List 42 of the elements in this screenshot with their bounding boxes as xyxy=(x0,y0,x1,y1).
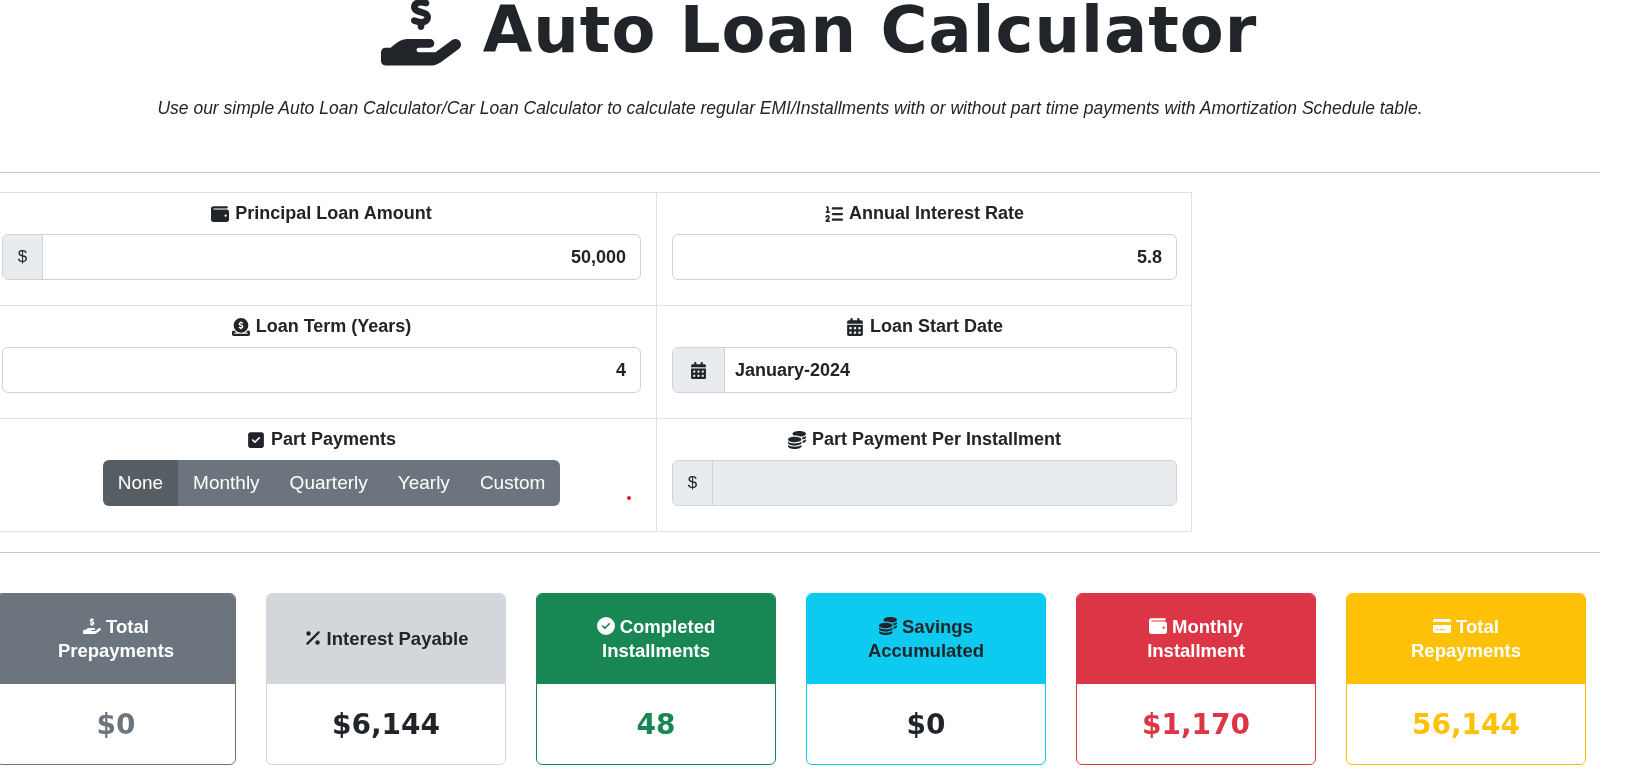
card-value: 56,144 xyxy=(1410,706,1522,743)
card-title: Savings Accumulated xyxy=(866,614,986,663)
card-title: Total Repayments xyxy=(1410,614,1522,663)
credit-card-icon xyxy=(1433,616,1452,635)
field-label: Part Payments xyxy=(270,429,397,450)
card-value: $0 xyxy=(905,706,947,743)
card-value: $0 xyxy=(95,706,137,743)
card-value: $6,144 xyxy=(330,706,442,743)
option-button[interactable]: Monthly xyxy=(178,460,275,506)
list-icon xyxy=(824,204,843,223)
card-value: 48 xyxy=(635,706,677,743)
hand-dollar-icon xyxy=(83,616,102,635)
option-button[interactable]: Yearly xyxy=(382,460,465,506)
number-field[interactable]: 5.8 xyxy=(672,234,1177,280)
percent-icon xyxy=(303,628,322,647)
page-title: Auto Loan Calculator xyxy=(482,0,1258,69)
field-label: Loan Start Date xyxy=(870,316,1003,337)
coins-icon xyxy=(879,616,897,635)
checkbox-icon xyxy=(246,430,265,449)
field-label: Annual Interest Rate xyxy=(848,203,1024,224)
coins-icon xyxy=(787,430,806,449)
field-label: Principal Loan Amount xyxy=(235,203,432,224)
option-button[interactable]: None xyxy=(102,460,179,506)
field-label: Part Payment Per Installment xyxy=(811,429,1062,450)
option-button[interactable]: Quarterly xyxy=(274,460,383,506)
calendar-icon xyxy=(690,361,707,379)
coin-hand-icon xyxy=(231,317,250,336)
field-label: Loan Term (Years) xyxy=(255,316,412,337)
wallet-icon xyxy=(211,204,230,223)
option-button[interactable]: Custom xyxy=(464,460,561,506)
page-description: Use our simple Auto Loan Calculator/Car Loan Calculator to calculate regular EMI/Installments with or without part time payments with Amortization Schedule table. xyxy=(156,98,1424,119)
amount-field[interactable]: $ 50,000 xyxy=(2,234,641,280)
number-field[interactable]: 4 xyxy=(2,347,641,393)
card-title: Total Prepayments xyxy=(56,614,176,663)
calendar-icon xyxy=(846,317,864,336)
date-field[interactable]: January-2024 xyxy=(672,347,1177,393)
wallet-icon xyxy=(1149,616,1168,635)
card-title: Interest Payable xyxy=(303,626,469,651)
card-value: $1,170 xyxy=(1140,706,1252,743)
card-title: Monthly Installment xyxy=(1146,614,1246,663)
card-title: Completed Installments xyxy=(567,614,745,664)
dot-icon xyxy=(627,496,631,500)
